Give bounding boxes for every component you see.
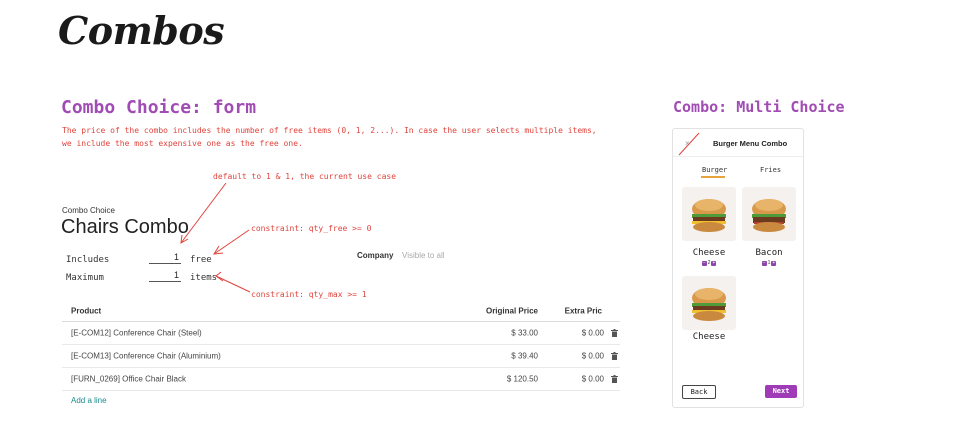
item-qty-stepper[interactable]: −2 + [681,260,737,266]
tab-burger[interactable]: Burger [702,166,727,174]
phone-mockup: × Burger Menu Combo Burger Fries Cheese … [672,128,805,408]
item-name: Cheese [692,248,726,258]
delete-row-icon[interactable] [611,329,618,337]
item-name: Bacon [755,248,783,258]
qty-max-input[interactable]: 1 [149,270,181,282]
row-product: [FURN_0269] Office Chair Black [71,374,187,384]
row-extra-price[interactable]: $ 0.00 [582,352,604,361]
header-product[interactable]: Product [71,306,101,315]
tab-active-underline [701,176,725,178]
breadcrumb[interactable]: Combo Choice [62,206,115,215]
burger-icon [692,199,726,232]
maximum-label: Maximum [66,273,104,283]
row-extra-price[interactable]: $ 0.00 [582,375,604,384]
maximum-unit: items [190,273,218,283]
header-original-price[interactable]: Original Price [486,306,538,315]
annotation-strike [678,132,700,156]
row-original-price: $ 120.50 [506,374,538,384]
back-button[interactable]: Back [682,385,716,399]
table-row[interactable]: [E-COM13] Conference Chair (Aluminium) $… [62,345,620,368]
table-row[interactable]: [E-COM12] Conference Chair (Steel) $ 33.… [62,322,620,345]
burger-icon [692,288,726,321]
header-extra-price[interactable]: Extra Pric [565,306,602,315]
plus-icon[interactable]: + [771,260,777,266]
company-label: Company [357,251,394,260]
row-original-price: $ 39.40 [511,351,538,361]
delete-row-icon[interactable] [611,352,618,360]
product-image-bacon[interactable] [742,187,796,241]
includes-label: Includes [66,255,110,265]
qty-free-input[interactable]: 1 [149,252,181,264]
arrow-qty-max [215,275,251,293]
product-image-cheese[interactable] [682,187,736,241]
next-button[interactable]: Next [765,385,797,398]
add-line-link[interactable]: Add a line [71,396,107,405]
arrow-qty-free [213,229,250,255]
item-qty-stepper[interactable]: −1 + [741,260,797,266]
burger-icon [752,199,786,232]
includes-unit: free [190,255,212,265]
combo-items-table: Product Original Price Extra Pric [E-COM… [62,300,620,391]
table-row[interactable]: [FURN_0269] Office Chair Black $ 120.50 … [62,368,620,391]
row-product: [E-COM13] Conference Chair (Aluminium) [71,351,221,361]
delete-row-icon[interactable] [611,375,618,383]
record-name[interactable]: Chairs Combo [61,216,189,239]
tab-fries[interactable]: Fries [760,166,781,174]
item-name: Cheese [692,332,726,342]
row-product: [E-COM12] Conference Chair (Steel) [71,328,202,338]
product-image-cheese[interactable] [682,276,736,330]
plus-icon[interactable]: + [711,260,717,266]
row-original-price: $ 33.00 [511,328,538,338]
company-field[interactable]: Visible to all [402,251,445,260]
multi-choice-section-title: Combo: Multi Choice [673,98,845,116]
phone-title: Burger Menu Combo [713,139,788,148]
row-extra-price[interactable]: $ 0.00 [582,329,604,338]
table-header: Product Original Price Extra Pric [62,300,620,322]
